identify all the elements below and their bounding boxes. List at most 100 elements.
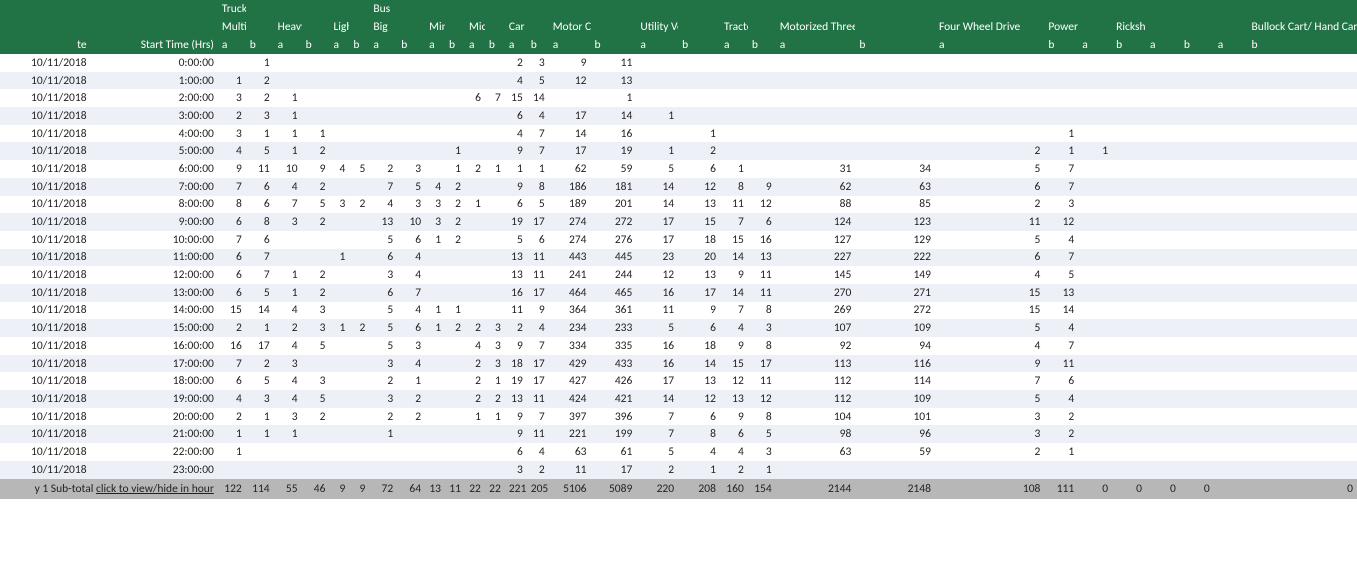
data-cell: 6 xyxy=(935,180,1044,194)
data-cell: 10:00:00 xyxy=(91,233,218,247)
data-cell: 34 xyxy=(855,162,935,176)
data-cell: 124 xyxy=(776,215,856,229)
data-cell: 5 xyxy=(369,321,397,335)
table-row: 10/11/20185:00:004512197171912211 xyxy=(0,142,1357,160)
subtotal-cell: 221 xyxy=(505,482,527,496)
data-cell: 8 xyxy=(246,215,274,229)
data-cell: 1 xyxy=(1044,445,1078,459)
data-cell: 17 xyxy=(636,215,678,229)
data-cell: 12 xyxy=(678,392,720,406)
data-cell: 2 xyxy=(369,410,397,424)
subtotal-label[interactable]: y 1 Sub-total click to view/hide in hour xyxy=(0,482,218,496)
data-cell: 5 xyxy=(369,233,397,247)
header-cell: a xyxy=(636,38,678,52)
subtotal-cell: 5106 xyxy=(549,482,591,496)
data-cell: 15 xyxy=(678,215,720,229)
data-cell: 2 xyxy=(1044,427,1078,441)
data-cell: 4 xyxy=(465,339,485,353)
data-cell: 2 xyxy=(302,215,330,229)
data-cell: 6 xyxy=(246,233,274,247)
data-cell: 13 xyxy=(678,268,720,282)
data-cell: 9 xyxy=(720,339,748,353)
data-cell: 3 xyxy=(246,392,274,406)
data-cell: 7 xyxy=(369,180,397,194)
data-cell: 6 xyxy=(369,250,397,264)
header-cell: b xyxy=(1112,38,1146,52)
data-cell: 1 xyxy=(748,463,776,477)
data-cell: 5 xyxy=(636,162,678,176)
data-cell: 4 xyxy=(1044,233,1078,247)
data-cell: 11 xyxy=(591,56,637,70)
data-cell: 4 xyxy=(397,303,425,317)
data-cell: 11 xyxy=(527,427,549,441)
data-cell: 334 xyxy=(549,339,591,353)
data-cell: 3 xyxy=(935,427,1044,441)
data-cell: 11 xyxy=(748,268,776,282)
data-cell: 421 xyxy=(591,392,637,406)
data-cell: 1 xyxy=(527,162,549,176)
data-cell: 5 xyxy=(527,74,549,88)
data-cell: 3 xyxy=(218,91,246,105)
subtotal-cell: 2148 xyxy=(855,482,935,496)
data-cell: 3 xyxy=(935,410,1044,424)
header-cell: a xyxy=(1146,38,1180,52)
data-cell: 10/11/2018 xyxy=(0,127,91,141)
table-row: 10/11/20186:00:0091110945231211162595613… xyxy=(0,160,1357,178)
data-cell: 10/11/2018 xyxy=(0,180,91,194)
data-cell: 6 xyxy=(748,215,776,229)
data-cell: 1 xyxy=(445,303,465,317)
table-row: 10/11/201818:00:006543212119174274261713… xyxy=(0,372,1357,390)
data-cell: 17 xyxy=(527,215,549,229)
data-cell: 2 xyxy=(465,374,485,388)
data-cell: 2 xyxy=(720,463,748,477)
data-cell: 2 xyxy=(465,162,485,176)
data-cell: 15:00:00 xyxy=(91,321,218,335)
data-cell: 2 xyxy=(465,392,485,406)
subtotal-cell: 11 xyxy=(445,482,465,496)
data-cell: 6 xyxy=(678,162,720,176)
subtotal-cell: 0 xyxy=(1180,482,1214,496)
data-cell: 189 xyxy=(549,197,591,211)
data-cell: 3 xyxy=(485,339,505,353)
data-cell: 221 xyxy=(549,427,591,441)
data-cell: 2 xyxy=(397,392,425,406)
data-cell: 335 xyxy=(591,339,637,353)
data-cell: 16 xyxy=(591,127,637,141)
data-cell: 12 xyxy=(678,180,720,194)
table-row: 10/11/201820:00:002132221197397396769810… xyxy=(0,408,1357,426)
data-cell: 3 xyxy=(1044,197,1078,211)
data-cell: 361 xyxy=(591,303,637,317)
header-cell: a xyxy=(425,38,445,52)
data-cell: 4 xyxy=(935,268,1044,282)
data-cell: 149 xyxy=(855,268,935,282)
data-cell: 10 xyxy=(274,162,302,176)
data-cell: 0:00:00 xyxy=(91,56,218,70)
data-cell: 17 xyxy=(678,286,720,300)
header-cell: b xyxy=(1180,38,1214,52)
table-row: 10/11/20189:00:0068321310321917274272171… xyxy=(0,213,1357,231)
data-cell: 241 xyxy=(549,268,591,282)
data-cell: 31 xyxy=(776,162,856,176)
header-cell: a xyxy=(720,38,748,52)
data-cell: 8 xyxy=(748,303,776,317)
data-cell: 1 xyxy=(274,144,302,158)
header-cell: b xyxy=(1248,38,1357,52)
data-cell: 4 xyxy=(505,127,527,141)
data-cell: 270 xyxy=(776,286,856,300)
data-cell: 1 xyxy=(636,109,678,123)
data-cell: 88 xyxy=(776,197,856,211)
data-cell: 13 xyxy=(505,392,527,406)
table-row: 10/11/201821:00:001111911221199786598963… xyxy=(0,425,1357,443)
data-cell: 10/11/2018 xyxy=(0,109,91,123)
data-cell: 11:00:00 xyxy=(91,250,218,264)
header-cell: Start Time (Hrs) xyxy=(91,38,218,52)
data-cell: 1 xyxy=(678,127,720,141)
data-cell: 7 xyxy=(527,339,549,353)
data-cell: 2 xyxy=(445,197,465,211)
data-cell: 1:00:00 xyxy=(91,74,218,88)
data-cell: 1 xyxy=(246,410,274,424)
data-cell: 12 xyxy=(720,374,748,388)
data-cell: 6 xyxy=(397,233,425,247)
data-cell: 11 xyxy=(527,250,549,264)
data-cell: 21:00:00 xyxy=(91,427,218,441)
